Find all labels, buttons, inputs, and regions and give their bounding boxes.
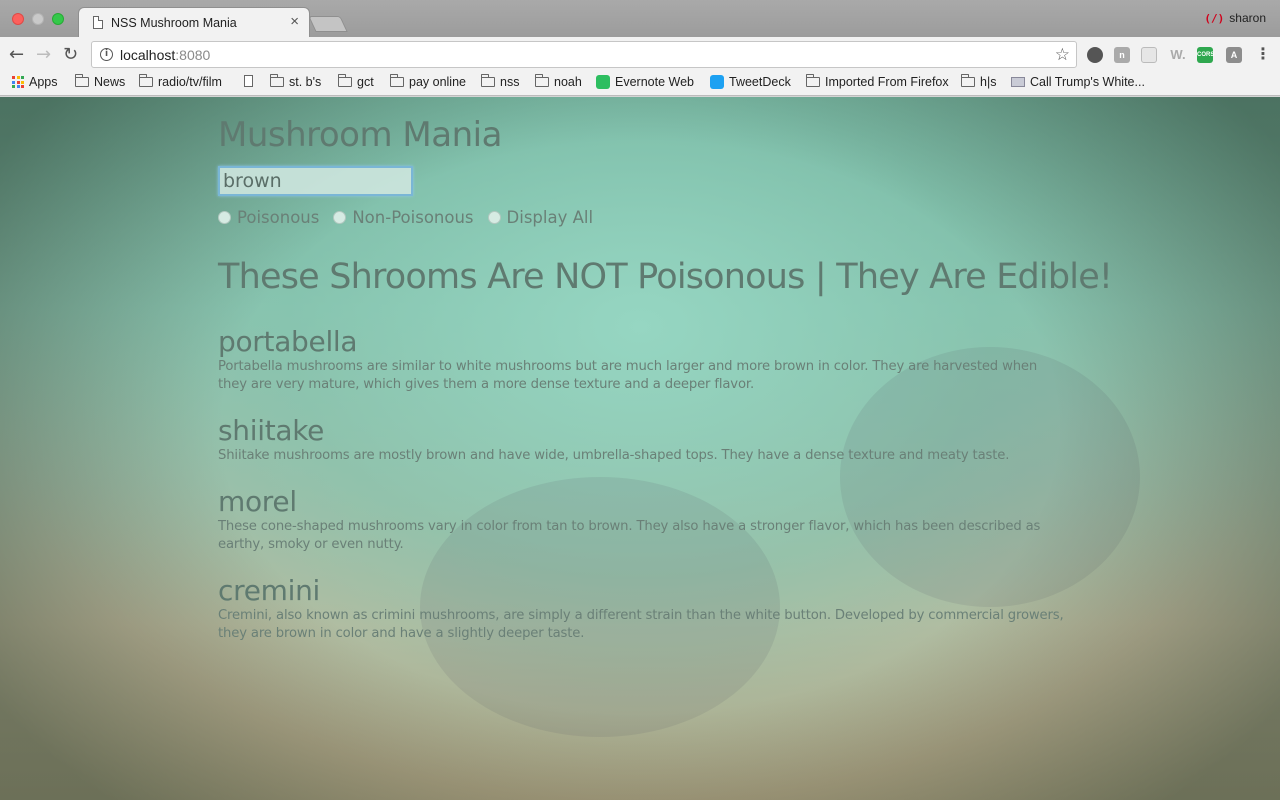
search-input[interactable]: [218, 166, 413, 196]
mushroom-description: These cone-shaped mushrooms vary in colo…: [218, 519, 1041, 552]
url-host: localhost: [120, 47, 176, 63]
bookmark-st-bs[interactable]: st. b's: [270, 74, 322, 89]
mushroom-item: shiitake Shiitake mushrooms are mostly b…: [218, 415, 1068, 465]
mushroom-name: cremini: [218, 574, 320, 607]
bookmark-radio-tv-film[interactable]: radio/tv/film: [139, 74, 222, 89]
new-tab-button[interactable]: [308, 16, 348, 32]
bookmark-label: noah: [554, 75, 582, 89]
w-extension-icon[interactable]: W.: [1168, 47, 1188, 63]
page-viewport: Mushroom Mania Poisonous Non-Poisonous D…: [0, 97, 1280, 800]
bookmark-label: Evernote Web: [615, 75, 694, 89]
mushroom-item: portabella Portabella mushrooms are simi…: [218, 326, 1068, 394]
bookmark-label: pay online: [409, 75, 466, 89]
bookmark-label: radio/tv/film: [158, 75, 222, 89]
bookmark-label: nss: [500, 75, 520, 89]
evernote-extension-icon[interactable]: [1087, 47, 1103, 63]
mushroom-description: Cremini, also known as crimini mushrooms…: [218, 608, 1064, 641]
profile-name: sharon: [1229, 11, 1266, 25]
window-minimize-button[interactable]: [32, 13, 44, 25]
evernote-icon: [596, 75, 610, 89]
document-icon: [93, 16, 103, 29]
window-close-button[interactable]: [12, 13, 24, 25]
bookmark-label: gct: [357, 75, 374, 89]
mushroom-name: morel: [218, 485, 297, 518]
apps-grid-icon: [12, 76, 24, 88]
folder-icon: [535, 74, 549, 87]
results-heading: These Shrooms Are NOT Poisonous | They A…: [218, 257, 1113, 297]
folder-icon: [139, 74, 153, 87]
profile-icon: (/): [1204, 11, 1225, 25]
tweetdeck-icon: [710, 75, 724, 89]
bookmark-label: News: [94, 75, 126, 89]
mushroom-name: portabella: [218, 325, 358, 358]
bookmark-page[interactable]: [244, 75, 253, 87]
cors-extension-icon[interactable]: CORS: [1197, 47, 1214, 63]
radio-label-non-poisonous[interactable]: Non-Poisonous: [352, 208, 473, 227]
radio-non-poisonous[interactable]: [333, 211, 347, 224]
bookmark-noah[interactable]: noah: [535, 74, 582, 89]
bookmark-label: st. b's: [289, 75, 322, 89]
bookmark-gct[interactable]: gct: [338, 74, 374, 89]
folder-icon: [338, 74, 352, 87]
bookmark-imported-firefox[interactable]: Imported From Firefox: [806, 74, 949, 89]
page-title: Mushroom Mania: [218, 115, 502, 155]
url-text: localhost:8080: [120, 47, 210, 63]
bookmark-label: TweetDeck: [729, 75, 791, 89]
window-maximize-button[interactable]: [52, 13, 64, 25]
page-icon: [244, 75, 253, 87]
mushroom-description: Shiitake mushrooms are mostly brown and …: [218, 448, 1010, 463]
reload-icon[interactable]: ↻: [63, 44, 78, 65]
radio-label-display-all[interactable]: Display All: [507, 208, 594, 227]
folder-icon: [481, 74, 495, 87]
folder-icon: [390, 74, 404, 87]
browser-toolbar: ← → ↻ i localhost:8080 ☆ n W. CORS A ⋮: [0, 37, 1280, 72]
bookmark-star-icon[interactable]: ☆: [1055, 45, 1070, 65]
forward-icon[interactable]: →: [36, 44, 51, 65]
menu-icon[interactable]: ⋮: [1255, 44, 1271, 63]
bookmark-label: h|s: [980, 75, 997, 89]
bookmark-label: Apps: [29, 75, 58, 89]
address-bar[interactable]: i localhost:8080 ☆: [91, 41, 1077, 68]
folder-icon: [961, 74, 975, 87]
bookmark-tweetdeck[interactable]: TweetDeck: [710, 75, 791, 89]
radio-poisonous[interactable]: [218, 211, 231, 224]
url-port: :8080: [175, 47, 211, 63]
bookmark-label: Call Trump's White...: [1030, 75, 1145, 89]
tab-title: NSS Mushroom Mania: [111, 16, 237, 30]
title-bar: NSS Mushroom Mania × (/) sharon: [0, 0, 1280, 37]
mushroom-item: morel These cone-shaped mushrooms vary i…: [218, 486, 1068, 554]
whitehouse-icon: [1011, 77, 1025, 87]
tab-close-icon[interactable]: ×: [290, 13, 299, 30]
mushroom-name: shiitake: [218, 414, 325, 447]
folder-icon: [270, 74, 284, 87]
angular-extension-icon[interactable]: A: [1226, 47, 1242, 63]
bookmark-pay-online[interactable]: pay online: [390, 74, 466, 89]
folder-icon: [75, 74, 89, 87]
bookmark-nss[interactable]: nss: [481, 74, 520, 89]
profile-button[interactable]: (/) sharon: [1204, 11, 1266, 25]
bookmark-call-trump[interactable]: Call Trump's White...: [1011, 75, 1145, 89]
bookmark-news[interactable]: News: [75, 74, 126, 89]
n-extension-icon[interactable]: n: [1114, 47, 1130, 63]
browser-tab-active[interactable]: NSS Mushroom Mania ×: [78, 7, 310, 37]
radio-label-poisonous[interactable]: Poisonous: [237, 208, 319, 227]
filter-radio-group: Poisonous Non-Poisonous Display All: [218, 208, 607, 227]
folder-icon: [806, 74, 820, 87]
bookmark-label: Imported From Firefox: [825, 75, 949, 89]
back-icon[interactable]: ←: [9, 44, 24, 65]
bookmark-evernote-web[interactable]: Evernote Web: [596, 75, 694, 89]
bookmark-hs[interactable]: h|s: [961, 74, 997, 89]
bookmark-apps[interactable]: Apps: [12, 75, 58, 89]
radio-display-all[interactable]: [487, 211, 501, 224]
mushroom-description: Portabella mushrooms are similar to whit…: [218, 359, 1038, 392]
mushroom-item: cremini Cremini, also known as crimini m…: [218, 575, 1068, 643]
info-icon[interactable]: i: [100, 48, 113, 61]
blank-extension-icon[interactable]: [1141, 47, 1157, 63]
bookmarks-bar: Apps News radio/tv/film st. b's gct pay …: [0, 72, 1280, 96]
